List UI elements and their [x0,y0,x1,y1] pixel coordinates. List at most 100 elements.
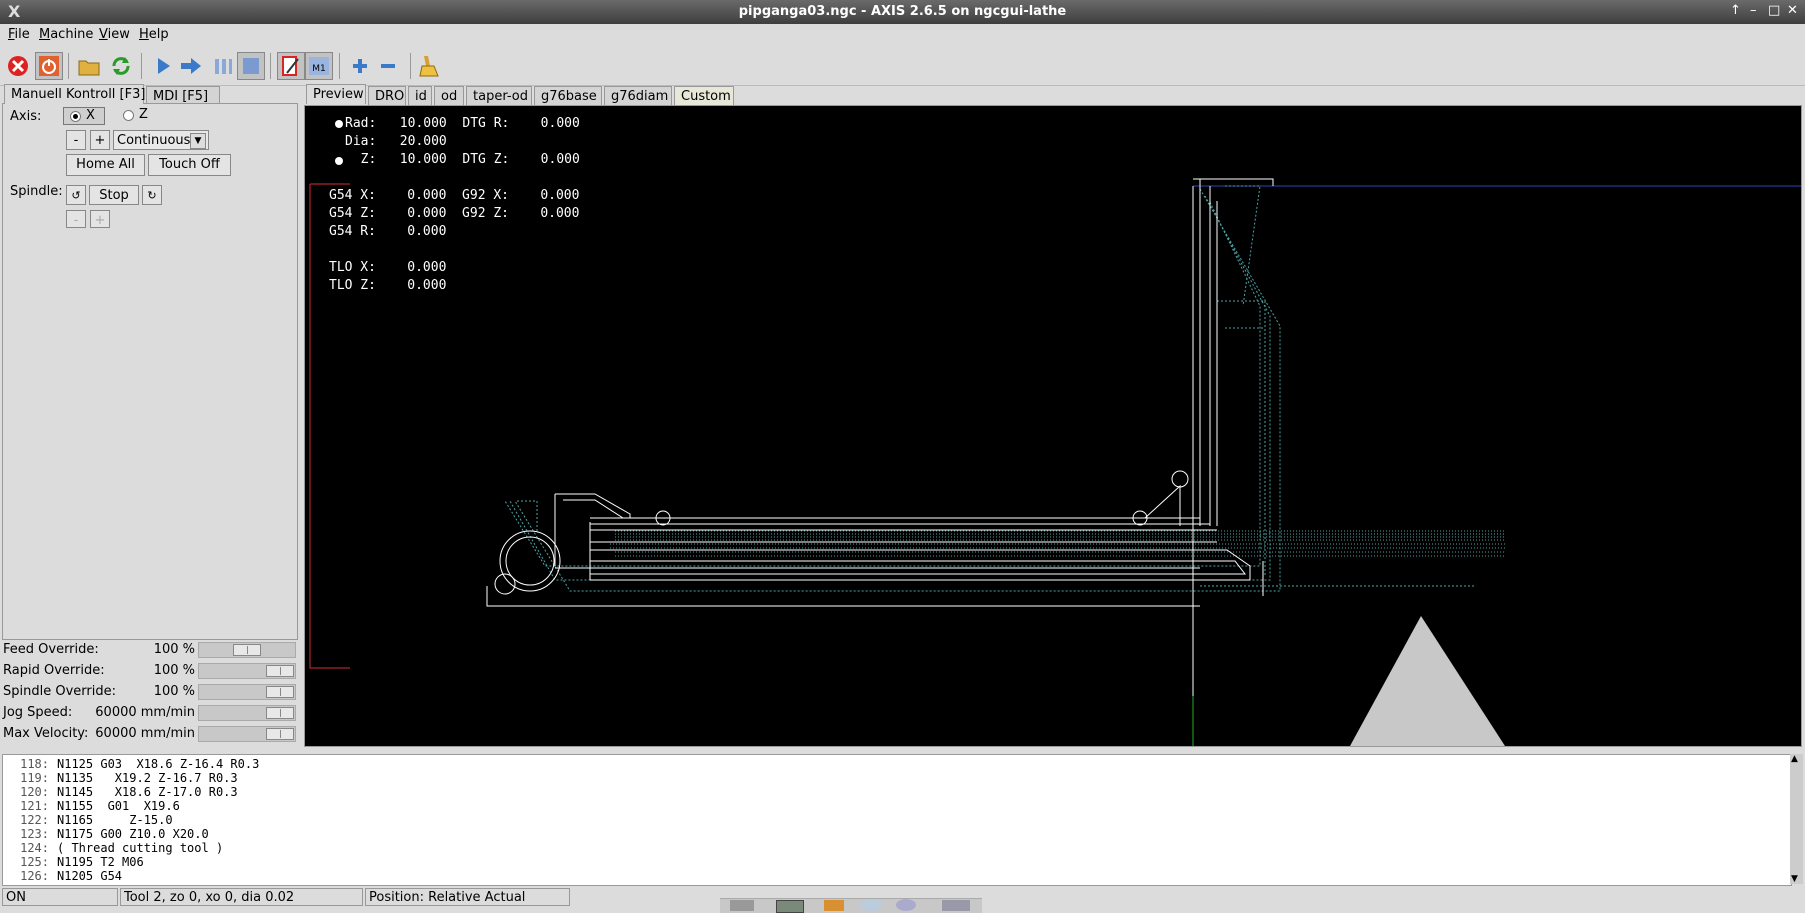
zoom-out-icon[interactable] [374,52,402,80]
block-delete-icon[interactable] [277,52,305,80]
scroll-up-icon[interactable]: ▲ [1791,754,1798,764]
code-line[interactable]: 119: N1135 X19.2 Z-16.7 R0.3 [7,771,238,785]
rapid-override-slider[interactable] [198,663,296,679]
clear-plot-icon[interactable] [416,52,444,80]
slider-handle[interactable] [266,665,294,677]
home-all-button[interactable]: Home All [66,154,145,176]
taskbar-browser-icon[interactable] [860,899,882,911]
zoom-in-icon[interactable] [346,52,374,80]
rapid-override-label: Rapid Override: [3,663,105,678]
line-number: 125: [20,855,49,869]
line-text: ( Thread cutting tool ) [57,841,224,855]
code-line[interactable]: 118: N1125 G03 X18.6 Z-16.4 R0.3 [7,757,259,771]
code-line[interactable]: 125: N1195 T2 M06 [7,855,144,869]
pause-icon[interactable] [209,52,237,80]
line-text: N1165 Z-15.0 [57,813,173,827]
code-line[interactable]: 126: N1205 G54 [7,869,122,883]
scroll-down-icon[interactable]: ▼ [1791,874,1798,884]
stop-icon[interactable] [237,52,265,80]
reload-icon[interactable] [107,52,135,80]
line-number: 122: [20,813,49,827]
tab-dro[interactable]: DRO [368,86,406,106]
code-line[interactable]: 123: N1175 G00 Z10.0 X20.0 [7,827,209,841]
estop-icon[interactable] [4,52,32,80]
code-line[interactable]: 121: N1155 G01 X19.6 [7,799,180,813]
spindle-override-slider[interactable] [198,684,296,700]
window-up-icon[interactable]: ↑ [1730,3,1741,18]
tool-info: Tool 2, zo 0, xo 0, dia 0.02 [120,888,363,906]
axis-label: Axis: [10,109,42,124]
taskbar-terminal-icon[interactable] [776,900,804,913]
code-line[interactable]: 122: N1165 Z-15.0 [7,813,173,827]
open-file-icon[interactable] [75,52,103,80]
line-number: 121: [20,799,49,813]
taskbar-files-icon[interactable] [942,900,970,911]
tab-id[interactable]: id [408,86,432,106]
run-icon[interactable] [149,52,177,80]
gcode-listing[interactable]: 118: N1125 G03 X18.6 Z-16.4 R0.3 119: N113… [2,754,1792,886]
touch-off-button[interactable]: Touch Off [148,154,231,176]
axis-z-radio[interactable]: Z [119,107,159,125]
code-scrollbar[interactable]: ▲ ▼ [1790,754,1803,884]
dro-g54z-row: G54 Z: 0.000 G92 Z: 0.000 [329,206,580,221]
step-icon[interactable] [177,52,205,80]
feed-override-value: 100 % [153,642,195,657]
dro-g54r-row: G54 R: 0.000 [329,224,447,239]
jog-minus-button[interactable]: - [66,130,86,150]
taskbar [720,898,982,913]
spindle-forward-icon[interactable]: ↻ [142,185,162,205]
axis-x-radio[interactable]: X [63,107,105,125]
tab-g76base[interactable]: g76base [534,86,602,106]
line-text: N1195 T2 M06 [57,855,144,869]
taskbar-search-icon[interactable] [896,899,916,911]
machine-power-icon[interactable] [35,52,63,80]
taskbar-app-icon[interactable] [730,900,754,911]
feed-override-slider[interactable] [198,642,296,658]
line-text: N1135 X19.2 Z-16.7 R0.3 [57,771,238,785]
radio-icon [123,110,134,121]
spindle-faster-button[interactable]: + [90,210,110,228]
menu-machine[interactable]: Machine [39,27,93,42]
slider-handle[interactable] [266,686,294,698]
svg-text:M1: M1 [312,64,326,74]
dro-g54x-row: G54 X: 0.000 G92 X: 0.000 [329,188,580,203]
jog-increment-select[interactable]: Continuous ▼ [113,130,209,150]
slider-handle[interactable] [266,707,294,719]
code-line[interactable]: 120: N1145 X18.6 Z-17.0 R0.3 [7,785,238,799]
max-velocity-slider[interactable] [198,726,296,742]
menu-file[interactable]: File [8,27,30,42]
spindle-slower-button[interactable]: - [66,210,86,228]
window-close-icon[interactable]: ✕ [1787,3,1798,18]
line-number: 126: [20,869,49,883]
chevron-down-icon: ▼ [190,133,206,149]
dro-tloz-row: TLO Z: 0.000 [329,278,447,293]
tab-preview[interactable]: Preview [306,84,366,104]
spindle-stop-button[interactable]: Stop [89,185,139,205]
tab-manual-control[interactable]: Manuell Kontroll [F3] [4,84,145,104]
tab-taper-od[interactable]: taper-od [466,86,532,106]
taskbar-folder-icon[interactable] [824,900,844,911]
window-minimize-icon[interactable]: – [1750,3,1757,18]
machine-state: ON [2,888,118,906]
tab-g76diam[interactable]: g76diam [604,86,672,106]
menu-view[interactable]: View [99,27,130,42]
radio-icon [70,111,81,122]
spindle-override-value: 100 % [153,684,195,699]
line-text: N1125 G03 X18.6 Z-16.4 R0.3 [57,757,260,771]
line-text: N1145 X18.6 Z-17.0 R0.3 [57,785,238,799]
tab-od[interactable]: od [434,86,464,106]
preview-canvas[interactable]: Rad: 10.000 DTG R: 0.000 Dia: 20.000 Z: … [304,105,1802,747]
optional-stop-icon[interactable]: M1 [305,52,333,80]
spindle-reverse-icon[interactable]: ↺ [66,185,86,205]
code-line[interactable]: 124: ( Thread cutting tool ) [7,841,223,855]
jog-speed-slider[interactable] [198,705,296,721]
axis-x-label: X [86,108,95,123]
window-maximize-icon[interactable]: □ [1768,3,1780,18]
menu-help[interactable]: Help [139,27,169,42]
slider-handle[interactable] [266,728,294,740]
slider-handle[interactable] [233,644,261,656]
jog-plus-button[interactable]: + [90,130,110,150]
dro-dia-row: Dia: 20.000 [345,134,447,149]
line-text: N1175 G00 Z10.0 X20.0 [57,827,209,841]
tab-custom[interactable]: Custom [674,86,734,106]
